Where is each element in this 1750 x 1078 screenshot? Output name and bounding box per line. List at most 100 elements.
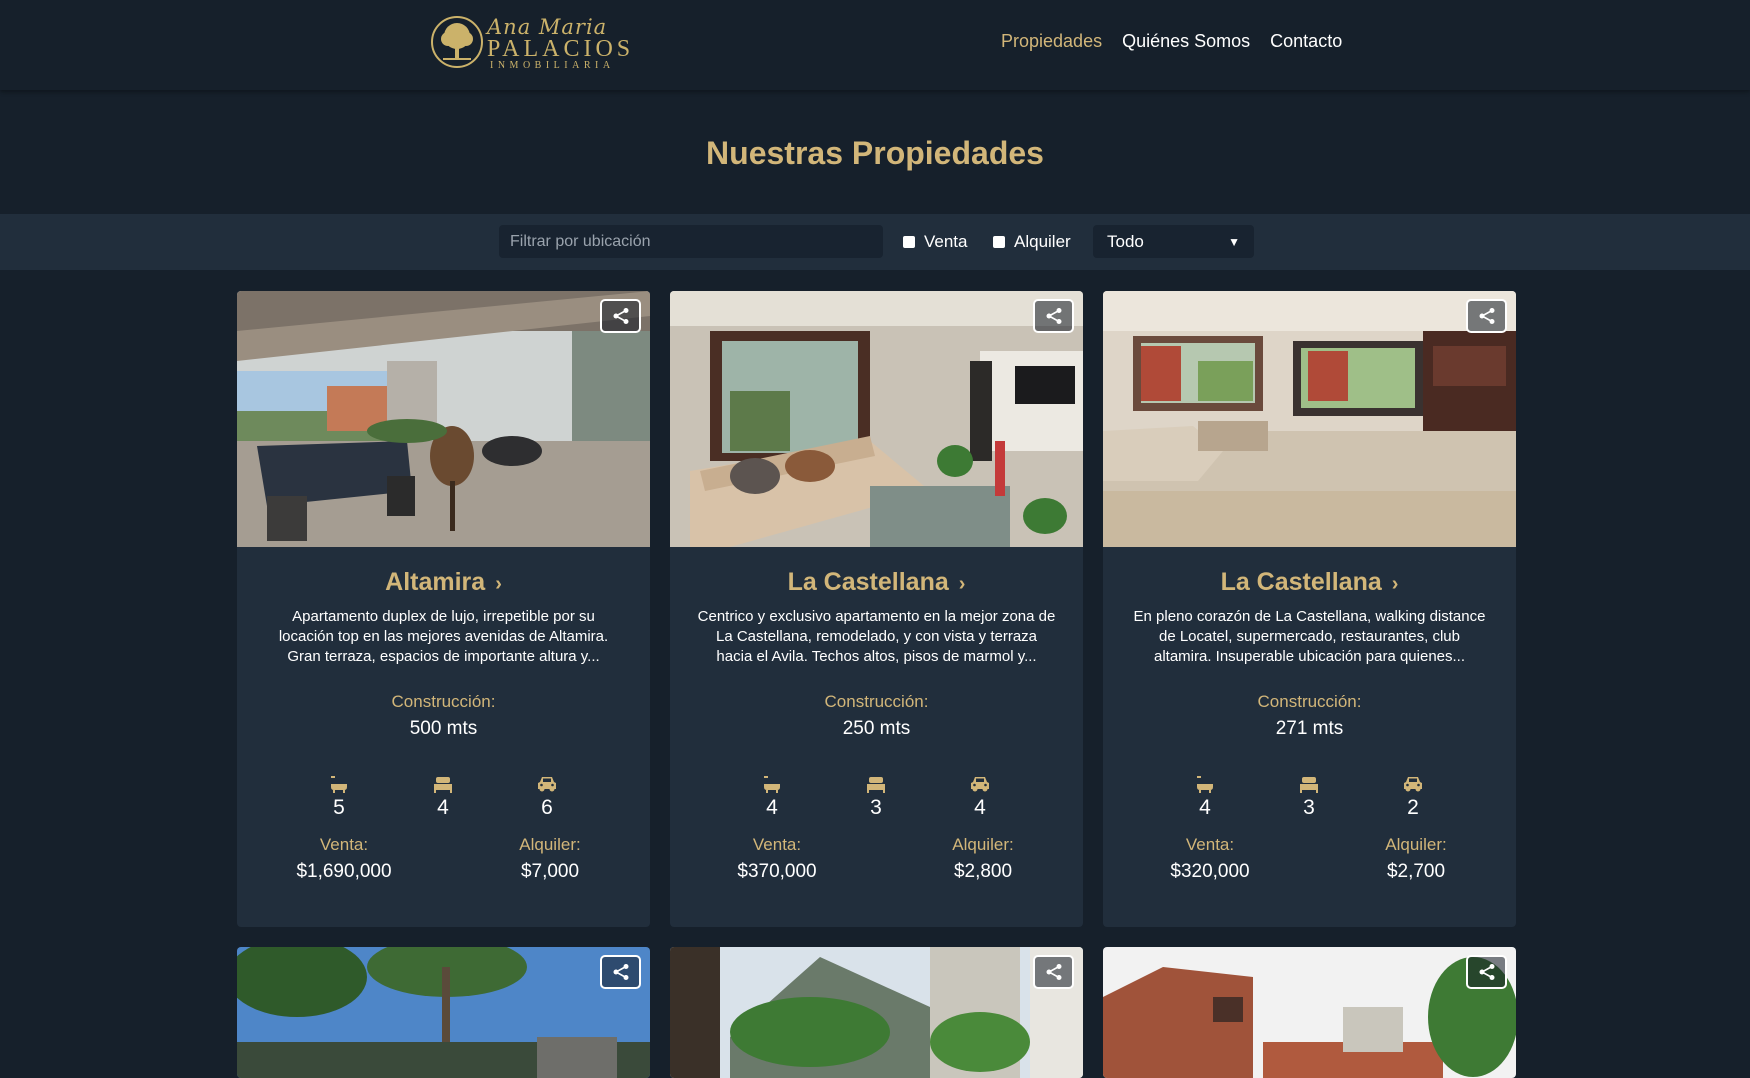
- share-icon: [1046, 964, 1061, 980]
- share-button[interactable]: [1033, 955, 1074, 989]
- bathrooms-stat: 4: [742, 775, 802, 820]
- alquiler-checkbox-box[interactable]: [993, 236, 1005, 248]
- share-button[interactable]: [600, 955, 641, 989]
- property-description: Apartamento duplex de lujo, irrepetible …: [278, 608, 609, 665]
- share-icon: [1479, 308, 1494, 324]
- chevron-down-icon: ▼: [1228, 234, 1240, 249]
- filter-bar: Venta Alquiler Todo ▼: [0, 214, 1750, 270]
- nav-item-propiedades[interactable]: Propiedades: [1001, 31, 1102, 52]
- sale-label: Venta:: [319, 835, 369, 854]
- share-icon: [1046, 308, 1061, 324]
- property-photo[interactable]: [237, 291, 650, 547]
- venta-checkbox[interactable]: Venta: [903, 232, 968, 252]
- property-card[interactable]: La Castellana › En pleno corazón de La Ca…: [1103, 291, 1516, 927]
- bedrooms-stat: 3: [1279, 775, 1339, 820]
- property-card[interactable]: [1103, 947, 1516, 1078]
- share-button[interactable]: [1466, 299, 1507, 333]
- bed-icon: [1300, 777, 1318, 793]
- select-value: Todo: [1107, 231, 1144, 251]
- property-description: Centrico y exclusivo apartamento en la m…: [697, 608, 1056, 665]
- property-card[interactable]: [670, 947, 1083, 1078]
- main-nav: Propiedades Quiénes Somos Contacto: [1001, 31, 1342, 52]
- property-card[interactable]: [237, 947, 650, 1078]
- bathtub-icon: [331, 776, 347, 793]
- sale-price: Venta: $1,690,000: [264, 835, 424, 883]
- brand-subtitle: INMOBILIARIA: [490, 60, 615, 71]
- rent-price: Alquiler: $2,800: [903, 835, 1063, 883]
- bed-icon: [867, 777, 885, 793]
- property-photo[interactable]: [670, 291, 1083, 547]
- property-card[interactable]: La Castellana › Centrico y exclusivo apar…: [670, 291, 1083, 927]
- property-card[interactable]: Altamira › Apartamento duplex de lujo, ir…: [237, 291, 650, 927]
- parking-stat: 2: [1383, 775, 1443, 820]
- car-icon: [1404, 777, 1422, 792]
- rent-price: Alquiler: $7,000: [470, 835, 630, 883]
- property-type-select[interactable]: Todo ▼: [1093, 225, 1254, 258]
- property-photo[interactable]: [237, 947, 650, 1078]
- sale-price: Venta: $320,000: [1130, 835, 1290, 883]
- venta-checkbox-box[interactable]: [903, 236, 915, 248]
- property-photo[interactable]: [1103, 947, 1516, 1078]
- nav-item-quienes-somos[interactable]: Quiénes Somos: [1122, 31, 1250, 52]
- bedrooms-count: 4: [437, 796, 449, 819]
- bedrooms-count: 3: [1303, 796, 1315, 819]
- chevron-right-icon: ›: [1391, 573, 1399, 595]
- property-title-link[interactable]: La Castellana ›: [1103, 568, 1516, 597]
- parking-count: 4: [974, 796, 986, 819]
- construction-value: 250 mts: [842, 718, 911, 739]
- rent-label: Alquiler:: [952, 835, 1014, 854]
- bathrooms-count: 5: [333, 796, 345, 819]
- share-icon: [1479, 964, 1494, 980]
- share-button[interactable]: [1466, 955, 1507, 989]
- bathtub-icon: [1197, 776, 1213, 793]
- property-description: En pleno corazón de La Castellana, walki…: [1133, 608, 1486, 665]
- venta-checkbox-label: Venta: [924, 232, 968, 251]
- construction-label: Construcción:: [391, 692, 496, 711]
- property-photo[interactable]: [670, 947, 1083, 1078]
- tree-emblem-icon: [431, 16, 483, 68]
- property-title: Altamira: [385, 568, 486, 596]
- top-navbar: Ana Maria PALACIOS INMOBILIARIA Propieda…: [0, 0, 1750, 90]
- construction-value: 500 mts: [409, 718, 478, 739]
- chevron-right-icon: ›: [958, 573, 966, 595]
- car-icon: [971, 777, 989, 792]
- parking-stat: 6: [517, 775, 577, 820]
- property-title: La Castellana: [787, 568, 949, 596]
- parking-count: 6: [541, 796, 553, 819]
- sale-price: Venta: $370,000: [697, 835, 857, 883]
- rent-price: Alquiler: $2,700: [1336, 835, 1496, 883]
- property-title: La Castellana: [1220, 568, 1382, 596]
- share-button[interactable]: [600, 299, 641, 333]
- alquiler-checkbox-label: Alquiler: [1014, 232, 1071, 251]
- bathrooms-stat: 5: [309, 775, 369, 820]
- property-title-link[interactable]: La Castellana ›: [670, 568, 1083, 597]
- rent-label: Alquiler:: [1385, 835, 1447, 854]
- sale-label: Venta:: [752, 835, 802, 854]
- property-title-link[interactable]: Altamira ›: [237, 568, 650, 597]
- bed-icon: [434, 777, 452, 793]
- share-icon: [613, 964, 628, 980]
- construction-label: Construcción:: [824, 692, 929, 711]
- chevron-right-icon: ›: [495, 573, 502, 595]
- brand-logo[interactable]: Ana Maria PALACIOS INMOBILIARIA: [430, 14, 630, 72]
- share-icon: [613, 308, 628, 324]
- parking-stat: 4: [950, 775, 1010, 820]
- alquiler-checkbox[interactable]: Alquiler: [993, 232, 1071, 252]
- rent-price-value: $7,000: [520, 861, 580, 882]
- bathrooms-stat: 4: [1175, 775, 1235, 820]
- bathrooms-count: 4: [1199, 796, 1211, 819]
- construction-value: 271 mts: [1275, 718, 1344, 739]
- page-title: Nuestras Propiedades: [706, 135, 1044, 171]
- brand-name: PALACIOS: [487, 36, 635, 62]
- sale-price-value: $370,000: [737, 861, 817, 882]
- property-photo[interactable]: [1103, 291, 1516, 547]
- location-filter-input[interactable]: [499, 225, 883, 258]
- nav-item-contacto[interactable]: Contacto: [1270, 31, 1342, 52]
- sale-price-value: $1,690,000: [296, 861, 392, 882]
- share-button[interactable]: [1033, 299, 1074, 333]
- rent-price-value: $2,700: [1386, 861, 1446, 882]
- bedrooms-count: 3: [870, 796, 882, 819]
- bedrooms-stat: 4: [413, 775, 473, 820]
- sale-label: Venta:: [1185, 835, 1235, 854]
- sale-price-value: $320,000: [1170, 861, 1250, 882]
